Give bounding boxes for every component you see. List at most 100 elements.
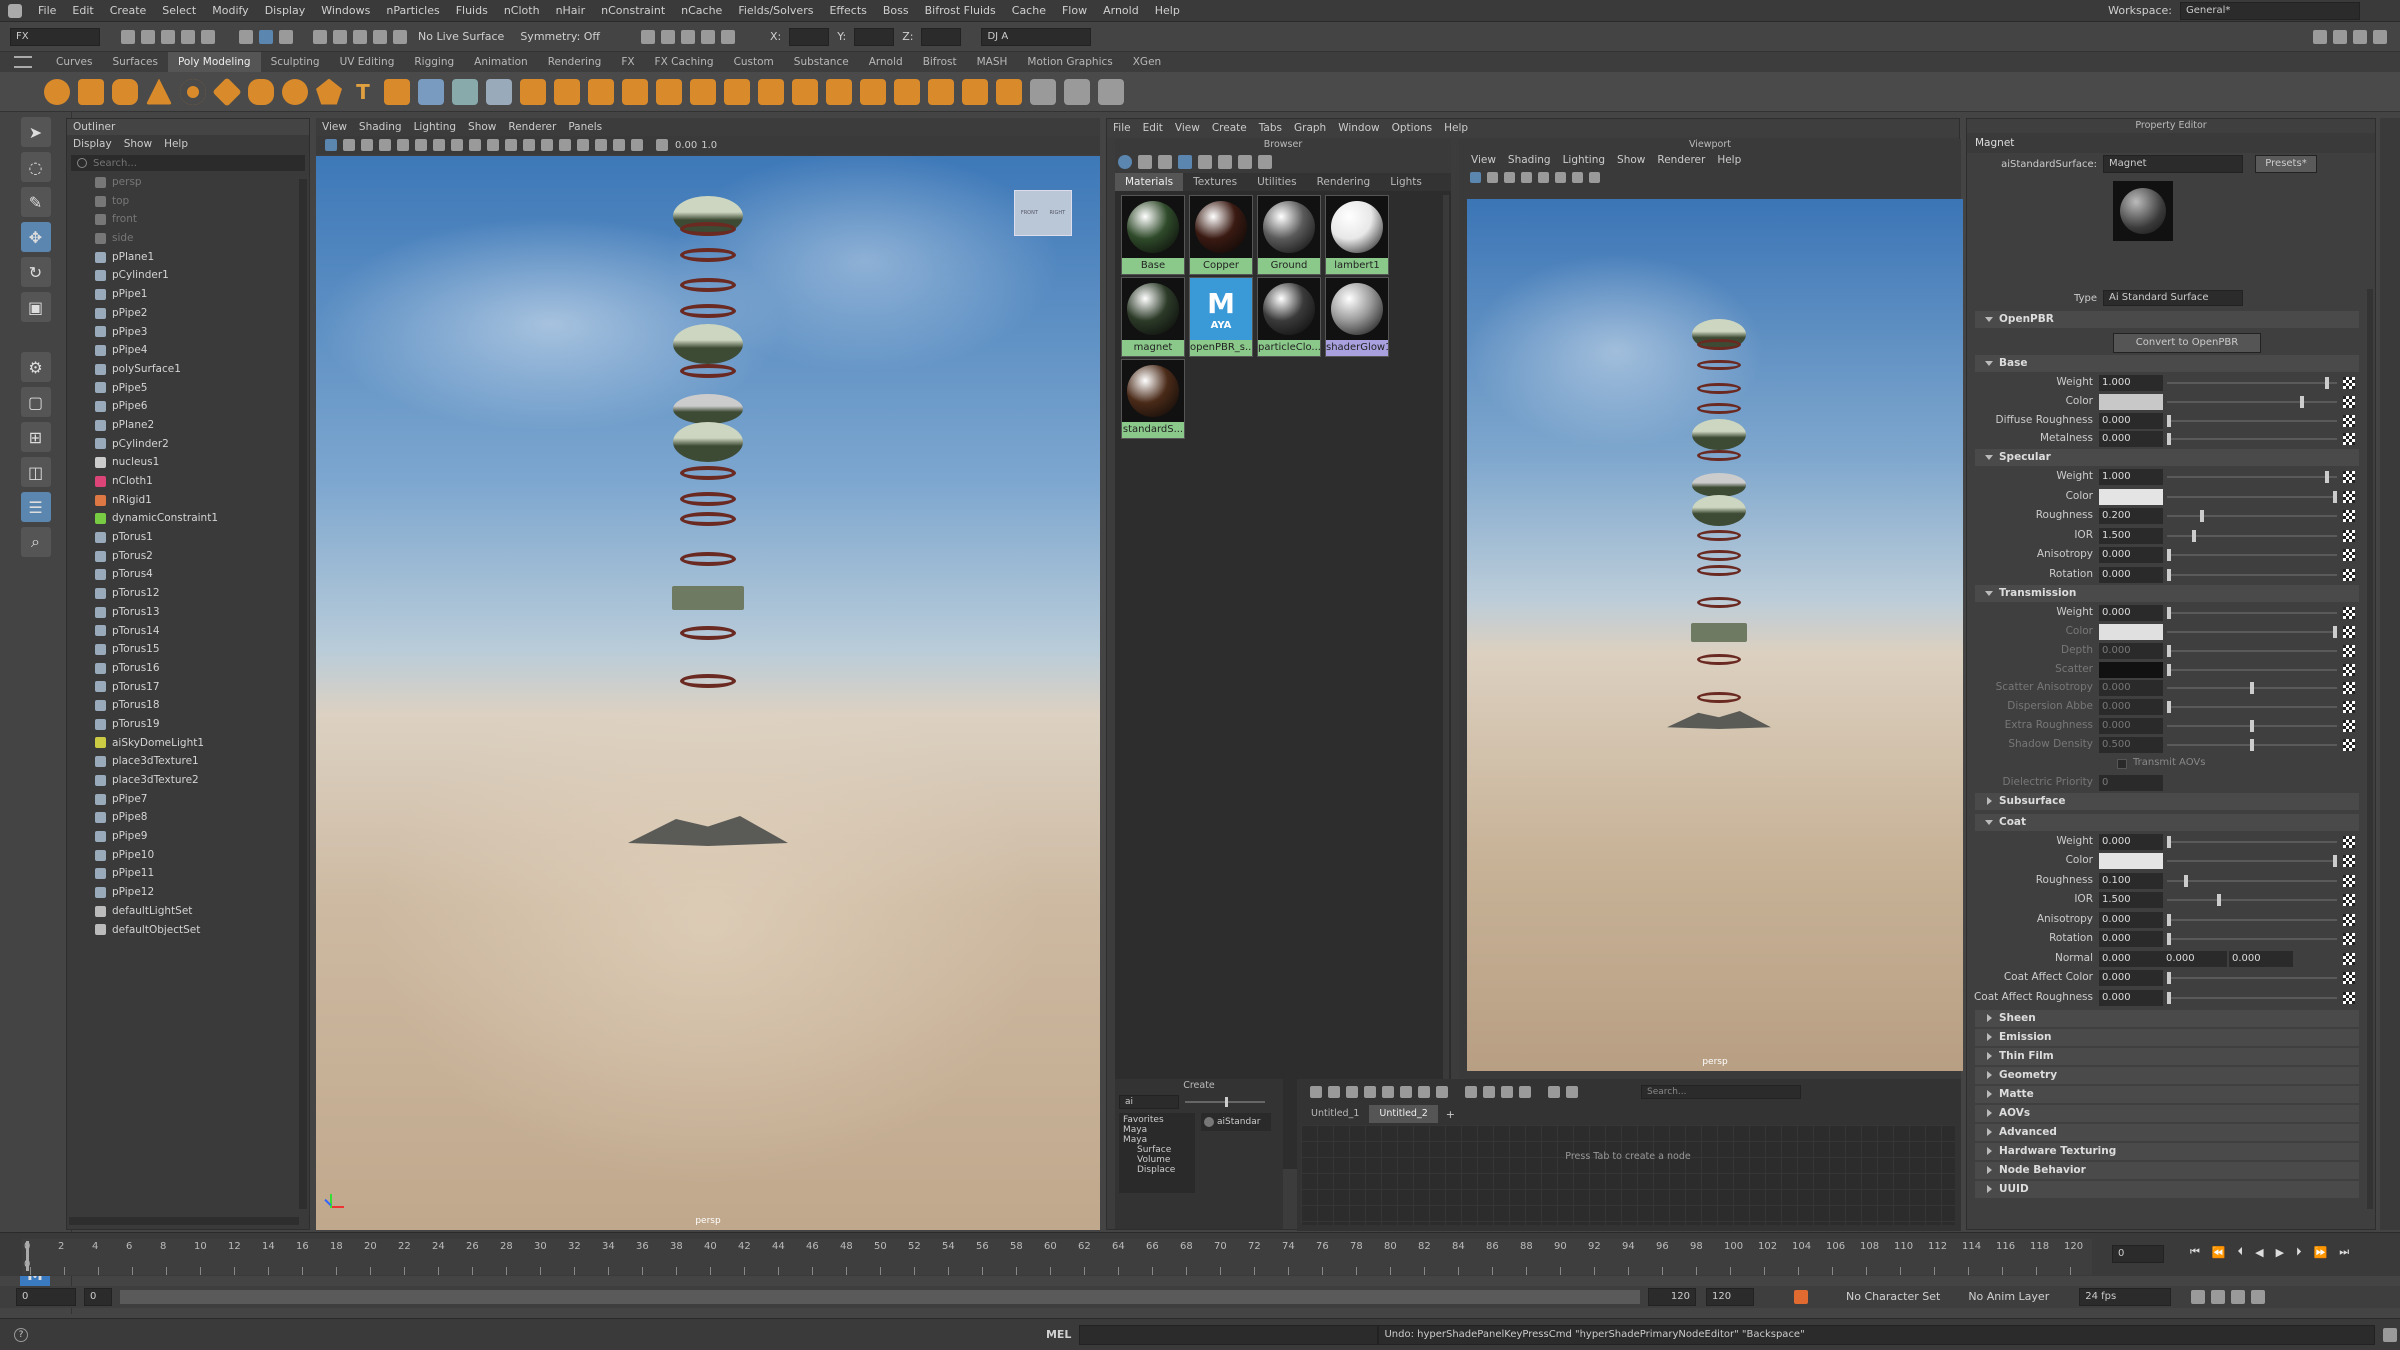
- viewport-canvas[interactable]: FRONT RIGHT persp: [316, 156, 1100, 1230]
- attr-slider[interactable]: [2167, 894, 2337, 907]
- shelf-tab-fx-caching[interactable]: FX Caching: [645, 52, 724, 72]
- workspace-dropdown[interactable]: General*: [2180, 2, 2360, 20]
- attr-slider-knob[interactable]: [2167, 607, 2171, 620]
- outliner-item[interactable]: polySurface1: [95, 360, 309, 379]
- attr-slider-knob[interactable]: [2167, 663, 2171, 676]
- play-back-icon[interactable]: ◀: [2255, 1246, 2263, 1259]
- attr-slider-knob[interactable]: [2250, 682, 2254, 695]
- attr-value-field[interactable]: 0.500: [2099, 736, 2163, 753]
- mirror-icon[interactable]: [588, 78, 614, 105]
- menu-nconstraint[interactable]: nConstraint: [593, 0, 673, 22]
- ne-io-icon[interactable]: [1418, 1086, 1430, 1098]
- attr-value-field[interactable]: 0.000: [2163, 950, 2227, 967]
- paint-select-icon[interactable]: ✎: [20, 187, 51, 217]
- vp-menu-panels[interactable]: Panels: [562, 118, 608, 136]
- attr-slider[interactable]: [2167, 991, 2337, 1004]
- section-openpbr[interactable]: OpenPBR: [1975, 311, 2359, 328]
- hs-menu-view[interactable]: View: [1169, 119, 1206, 137]
- attr-value-field[interactable]: 0.000: [2099, 950, 2163, 967]
- vp-resolution-gate-icon[interactable]: [433, 139, 445, 151]
- attr-slider[interactable]: [2167, 913, 2337, 926]
- map-texture-icon[interactable]: [2343, 607, 2355, 620]
- poly-cone-icon[interactable]: [146, 78, 172, 105]
- ne-layout-icon[interactable]: [1436, 1086, 1448, 1098]
- platonic-solid-icon[interactable]: [282, 78, 308, 105]
- browser-graph-icon[interactable]: [1138, 155, 1152, 169]
- arnold-render-icon[interactable]: [721, 29, 736, 44]
- outliner-item[interactable]: pTorus13: [95, 603, 309, 622]
- svg-icon[interactable]: [384, 78, 410, 105]
- persp-outliner-icon[interactable]: ☰: [20, 492, 51, 522]
- workspace-selector[interactable]: Workspace: General*: [2100, 0, 2360, 22]
- vp-menu-show[interactable]: Show: [462, 118, 502, 136]
- property-editor-scrollbar[interactable]: [2367, 289, 2373, 1209]
- create-tree-item[interactable]: Surface: [1123, 1145, 1191, 1155]
- create-tree-item[interactable]: Favorites: [1123, 1115, 1191, 1125]
- extrude-icon[interactable]: [622, 78, 648, 105]
- outliner-scrollbar[interactable]: [299, 179, 307, 1209]
- attr-value-field[interactable]: 0.000: [2099, 833, 2163, 850]
- shelf-tab-rendering[interactable]: Rendering: [538, 52, 612, 72]
- browser-sort-icon[interactable]: [1258, 155, 1272, 169]
- node-editor-graph[interactable]: Press Tab to create a node: [1301, 1125, 1955, 1225]
- current-time-marker[interactable]: [26, 1241, 29, 1271]
- ne-clear-icon[interactable]: [1346, 1086, 1358, 1098]
- vp-gate-mask-icon[interactable]: [451, 139, 463, 151]
- anim-layer-dropdown[interactable]: No Anim Layer: [1960, 1286, 2057, 1308]
- attr-value-field[interactable]: 1.500: [2099, 892, 2163, 909]
- mvp-cloth-mesh-object[interactable]: [1667, 711, 1771, 729]
- attr-color-swatch[interactable]: [2099, 853, 2163, 870]
- map-texture-icon[interactable]: [2343, 738, 2355, 751]
- lasso-tool-icon[interactable]: ◌: [20, 152, 51, 182]
- create-tree-item[interactable]: Maya: [1123, 1135, 1191, 1145]
- outliner-item[interactable]: pTorus12: [95, 584, 309, 603]
- map-texture-icon[interactable]: [2343, 682, 2355, 695]
- shelf-tab-mash[interactable]: MASH: [967, 52, 1018, 72]
- outliner-item[interactable]: front: [95, 210, 309, 229]
- attr-slider-knob[interactable]: [2324, 471, 2329, 484]
- vp-gamma-field[interactable]: 1.0: [701, 140, 717, 151]
- browser-list-icon[interactable]: [1158, 155, 1172, 169]
- menu-ncache[interactable]: nCache: [673, 0, 730, 22]
- save-scene-icon[interactable]: [161, 29, 175, 44]
- poly-torus-icon[interactable]: [180, 78, 206, 105]
- ne-add-icon[interactable]: [1310, 1086, 1322, 1098]
- map-texture-icon[interactable]: [2343, 626, 2355, 638]
- boolean-union-icon[interactable]: [520, 78, 546, 105]
- section-sheen[interactable]: Sheen: [1975, 1010, 2359, 1028]
- go-start-icon[interactable]: ⏮: [2190, 1245, 2200, 1259]
- ne-snap-icon[interactable]: [1566, 1086, 1578, 1098]
- shelf-menu-icon[interactable]: [14, 56, 32, 68]
- vp-menu-view[interactable]: View: [316, 118, 353, 136]
- map-texture-icon[interactable]: [2343, 855, 2355, 868]
- browser-medium-icon[interactable]: [1218, 155, 1232, 169]
- browser-material-icon[interactable]: [1118, 155, 1132, 169]
- attr-value-field[interactable]: 0.000: [2099, 911, 2163, 928]
- ne-connected-icon[interactable]: [1483, 1086, 1495, 1098]
- outliner-item[interactable]: pPipe3: [95, 323, 309, 342]
- outliner-item[interactable]: pPipe2: [95, 304, 309, 323]
- step-back-icon[interactable]: ⏴: [2238, 1245, 2244, 1259]
- attr-value-field[interactable]: 0.000: [2099, 412, 2163, 429]
- map-texture-icon[interactable]: [2343, 972, 2355, 985]
- outliner-item[interactable]: aiSkyDomeLight1: [95, 734, 309, 753]
- help-icon[interactable]: ?: [14, 1327, 28, 1342]
- attr-slider[interactable]: [2167, 720, 2337, 732]
- map-texture-icon[interactable]: [2343, 529, 2355, 542]
- menu-arnold[interactable]: Arnold: [1095, 0, 1147, 22]
- menu-flow[interactable]: Flow: [1054, 0, 1095, 22]
- snap-point-icon[interactable]: [353, 29, 367, 44]
- section-node-behavior[interactable]: Node Behavior: [1975, 1162, 2359, 1180]
- outliner-item[interactable]: pTorus2: [95, 547, 309, 566]
- attr-slider[interactable]: [2167, 377, 2337, 389]
- map-texture-icon[interactable]: [2343, 952, 2355, 965]
- undo-icon[interactable]: [181, 29, 195, 44]
- section-aovs[interactable]: AOVs: [1975, 1105, 2359, 1123]
- outliner-item[interactable]: top: [95, 192, 309, 211]
- vp-film-gate-icon[interactable]: [415, 139, 427, 151]
- shelf-tab-arnold[interactable]: Arnold: [859, 52, 913, 72]
- wedge-icon[interactable]: [962, 78, 988, 105]
- attr-slider-knob[interactable]: [2167, 972, 2171, 985]
- outliner-item[interactable]: pPipe4: [95, 341, 309, 360]
- attr-slider[interactable]: [2167, 549, 2337, 562]
